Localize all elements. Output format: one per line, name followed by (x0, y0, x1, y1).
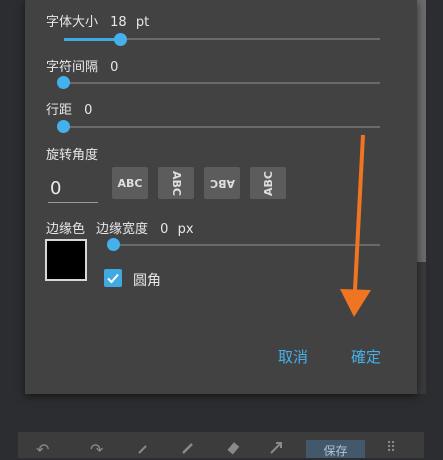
font-size-label-row: 字体大小 18 pt (46, 11, 149, 30)
font-size-unit: pt (135, 15, 150, 30)
confirm-button[interactable]: 確定 (351, 346, 381, 367)
line-spacing-slider-track[interactable] (64, 126, 380, 128)
letter-spacing-slider-thumb[interactable] (57, 76, 70, 89)
letter-spacing-slider-track[interactable] (64, 82, 380, 84)
rotation-option-180[interactable]: ABC (204, 167, 240, 199)
border-width-label: 边缘宽度 (96, 222, 149, 237)
font-size-slider-thumb[interactable] (114, 33, 127, 46)
rounded-corner-checkbox[interactable] (104, 269, 122, 287)
undo-icon[interactable]: ↶ (36, 440, 49, 459)
border-width-slider-track[interactable] (113, 244, 380, 246)
line-spacing-label: 行距 (46, 103, 73, 118)
letter-spacing-value: 0 (110, 60, 119, 75)
font-size-value: 18 (110, 15, 127, 30)
border-width-label-row: 边缘宽度 0 px (96, 218, 194, 237)
eyedropper-icon[interactable] (136, 440, 152, 460)
eraser-icon[interactable] (225, 440, 241, 460)
border-color-swatch[interactable] (45, 239, 87, 281)
line-spacing-slider-thumb[interactable] (57, 120, 70, 133)
rotation-option-text: ABC (169, 170, 183, 196)
check-icon (107, 273, 119, 284)
grid-icon[interactable]: ⠿ (386, 440, 397, 456)
line-spacing-value: 0 (84, 103, 93, 118)
expand-icon[interactable] (268, 440, 284, 460)
save-button[interactable]: 保存 (306, 440, 365, 458)
font-size-label: 字体大小 (46, 15, 99, 30)
cancel-button[interactable]: 取消 (278, 346, 308, 367)
border-width-unit: px (177, 222, 194, 237)
redo-icon[interactable]: ↷ (90, 440, 103, 459)
rotation-option-90[interactable]: ABC (158, 167, 194, 199)
rotation-option-text: ABC (117, 176, 143, 190)
rotation-option-text: ABC (209, 176, 235, 190)
rotation-option-text: ABC (261, 170, 275, 196)
rounded-corner-label: 圆角 (133, 273, 161, 289)
line-spacing-label-row: 行距 0 (46, 99, 92, 118)
font-size-slider-fill (64, 38, 120, 41)
rotation-option-horizontal[interactable]: ABC (112, 167, 148, 199)
border-width-value: 0 (160, 222, 169, 237)
rotation-label: 旋转角度 (46, 148, 99, 163)
pencil-icon[interactable] (180, 440, 196, 460)
border-color-label: 边缘色 (46, 222, 86, 237)
border-width-slider-thumb[interactable] (107, 238, 120, 251)
rotation-option-270[interactable]: ABC (250, 167, 286, 199)
letter-spacing-label-row: 字符间隔 0 (46, 56, 118, 75)
letter-spacing-label: 字符间隔 (46, 60, 99, 75)
scrollbar-thumb[interactable] (417, 0, 426, 262)
rotation-input[interactable] (48, 174, 98, 203)
